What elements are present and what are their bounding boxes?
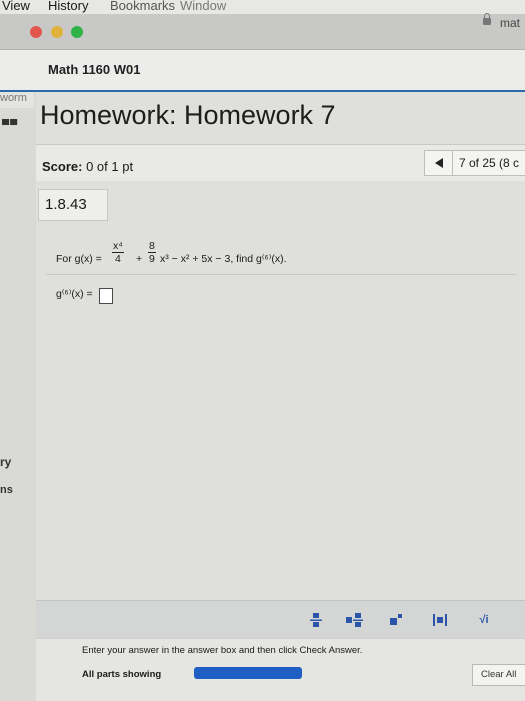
menu-view[interactable]: View [2, 0, 30, 12]
fraction-icon[interactable] [306, 611, 326, 629]
problem-id: 1.8.43 [38, 189, 108, 221]
answer-label: g⁽⁶⁾(x) = [56, 288, 93, 300]
course-title: Math 1160 W01 [48, 62, 141, 77]
mac-menubar: View History Bookmarks Window [0, 0, 525, 14]
close-window-button[interactable] [30, 26, 42, 38]
sidebar-label-ns[interactable]: ns [0, 484, 13, 496]
sidebar-label-worm: worm [0, 92, 34, 108]
instruction-text: Enter your answer in the answer box and … [82, 645, 363, 656]
score-value: 0 of 1 pt [86, 159, 134, 174]
page-title: Homework: Homework 7 [40, 100, 336, 130]
question-prefix: For g(x) = [56, 253, 102, 265]
footer: Enter your answer in the answer box and … [36, 638, 525, 701]
fraction-x4-over-4: x⁴ 4 [112, 240, 124, 265]
menu-window[interactable]: Window [180, 0, 226, 12]
question-rest: x³ − x² + 5x − 3, find g⁽⁶⁾(x). [160, 253, 287, 265]
parts-showing-label: All parts showing [82, 669, 162, 680]
sqrt-icon[interactable]: √i [474, 611, 494, 629]
previous-question-button[interactable] [424, 150, 453, 176]
score-label: Score: [42, 159, 83, 174]
fraction-numerator: x⁴ [112, 240, 124, 253]
exponent-icon[interactable] [386, 611, 406, 629]
parts-progress-bar [194, 667, 302, 679]
absolute-value-icon[interactable] [430, 611, 450, 629]
plus-sign: + [136, 253, 143, 265]
menu-history[interactable]: History [48, 0, 88, 12]
clear-all-button[interactable]: Clear All [472, 664, 525, 686]
fraction-8-over-9: 8 9 [148, 240, 156, 265]
progress-fill [194, 667, 302, 679]
fraction-numerator: 8 [148, 240, 156, 253]
lock-icon [483, 13, 491, 25]
answer-input[interactable] [99, 288, 113, 304]
menu-bars-icon[interactable]: ▄▄ [2, 114, 18, 125]
score-text: Score: 0 of 1 pt [42, 159, 133, 174]
mixed-number-icon[interactable] [344, 611, 364, 629]
address-bar[interactable]: mat [500, 16, 520, 30]
minimize-window-button[interactable] [51, 26, 63, 38]
zoom-window-button[interactable] [71, 26, 83, 38]
question-selector[interactable]: 7 of 25 (8 c [452, 150, 525, 176]
math-toolbar: √i [36, 600, 525, 639]
fraction-denominator: 9 [149, 253, 155, 265]
divider [46, 274, 516, 275]
course-header: Math 1160 W01 [0, 50, 525, 92]
fraction-denominator: 4 [114, 253, 121, 265]
sidebar-label-ry[interactable]: ry [0, 455, 11, 469]
menu-bookmarks[interactable]: Bookmarks [110, 0, 175, 12]
score-bar: Score: 0 of 1 pt 7 of 25 (8 c [36, 144, 525, 181]
